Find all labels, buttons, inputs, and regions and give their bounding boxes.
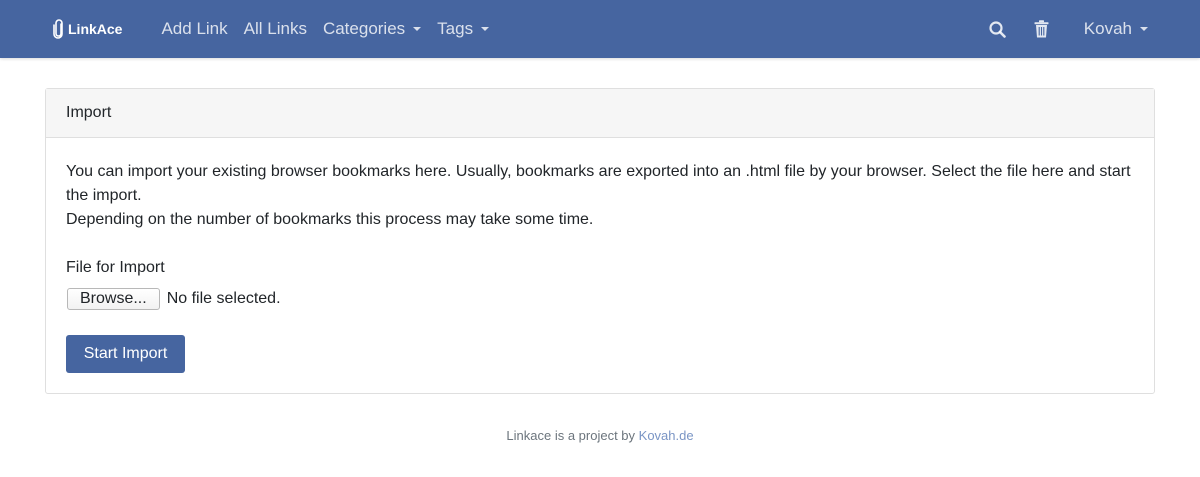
- card-body: You can import your existing browser boo…: [46, 138, 1154, 393]
- search-icon[interactable]: [986, 17, 1010, 41]
- intro-note: Depending on the number of bookmarks thi…: [66, 211, 594, 228]
- top-navbar: LinkAce Add Link All Links Categories Ta…: [0, 0, 1200, 58]
- footer: Linkace is a project by Kovah.de: [0, 428, 1200, 443]
- user-menu-dropdown[interactable]: Kovah: [1076, 19, 1156, 39]
- start-import-button[interactable]: Start Import: [66, 335, 185, 373]
- card-title: Import: [66, 104, 112, 121]
- trash-icon[interactable]: [1030, 17, 1054, 41]
- intro-text: You can import your existing browser boo…: [66, 163, 1131, 204]
- chevron-down-icon: [413, 27, 422, 31]
- import-card: Import You can import your existing brow…: [45, 88, 1155, 394]
- nav-categories-label: Categories: [322, 19, 406, 38]
- browse-button[interactable]: Browse...: [67, 288, 160, 310]
- file-status-text: No file selected.: [166, 290, 281, 307]
- brand-name: LinkAce: [68, 21, 123, 37]
- file-field-label: File for Import: [66, 259, 165, 276]
- nav-tags-label: Tags: [437, 19, 474, 38]
- nav-tags-dropdown[interactable]: Tags: [429, 19, 497, 39]
- paperclip-icon: [53, 19, 63, 39]
- nav-all-links[interactable]: All Links: [236, 19, 315, 39]
- card-header: Import: [46, 89, 1154, 138]
- chevron-down-icon: [481, 27, 490, 31]
- footer-link[interactable]: Kovah.de: [639, 428, 694, 443]
- file-input: Browse... No file selected.: [66, 288, 1134, 310]
- user-name: Kovah: [1083, 19, 1132, 38]
- footer-text: Linkace is a project by: [506, 428, 636, 443]
- nav-add-link[interactable]: Add Link: [153, 19, 235, 39]
- nav-categories-dropdown[interactable]: Categories: [315, 19, 429, 39]
- brand-logo[interactable]: LinkAce: [52, 19, 122, 39]
- chevron-down-icon: [1140, 27, 1148, 31]
